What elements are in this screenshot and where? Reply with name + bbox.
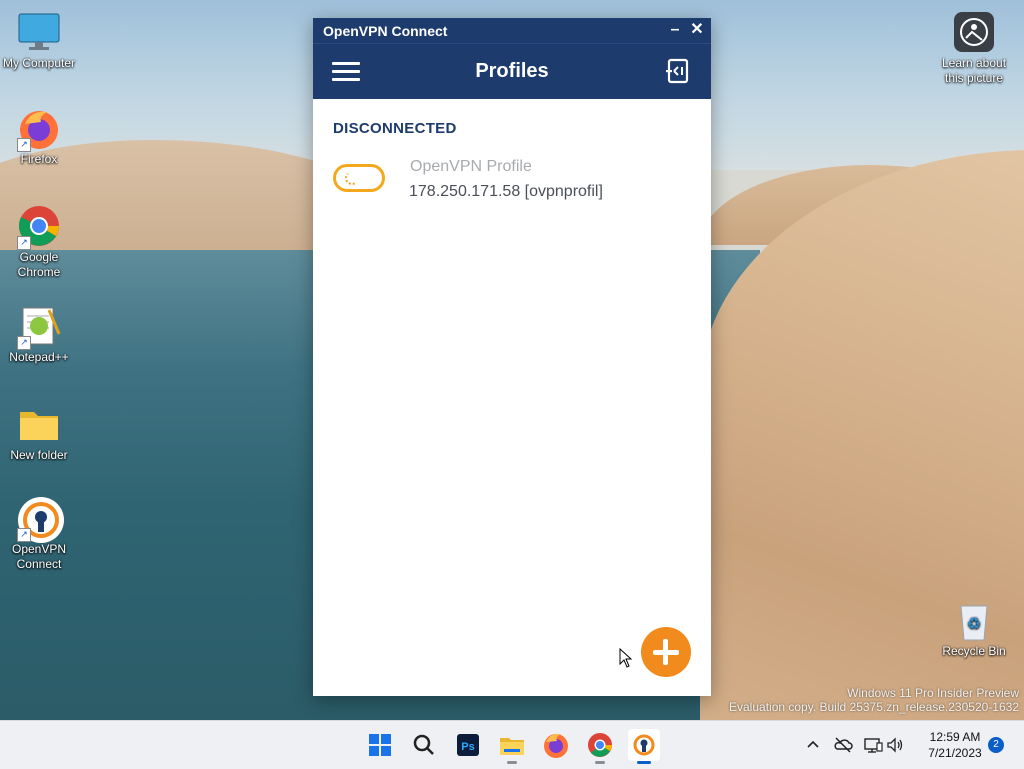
search-icon[interactable] [408,729,440,761]
desktop-icon-new-folder[interactable]: New folder [1,402,77,463]
monitor-icon [17,10,61,54]
firefox-icon: ↗ [17,106,61,152]
profile-host: 178.250.171.58 [ovpnprofil] [409,183,603,200]
desktop-icon-label: Google Chrome [17,250,61,279]
running-indicator [507,761,517,764]
openvpn-icon: ↗ [17,496,64,543]
notepadpp-icon: ↗ [17,304,61,350]
desktop-icon-label: Recycle Bin [942,644,1006,658]
shortcut-arrow-icon: ↗ [17,336,31,350]
clock-date: 7/21/2023 [928,746,982,760]
desktop-icon-label: Notepad++ [9,350,69,364]
shortcut-arrow-icon: ↗ [17,138,31,152]
desktop-icon-label: New folder [10,448,68,462]
desktop-icon-my-computer[interactable]: My Computer [1,10,77,71]
openvpn-window: OpenVPN Connect – ✕ Profiles DISCONNECTE… [313,18,711,696]
shortcut-arrow-icon: ↗ [17,528,31,542]
onedrive-offline-icon[interactable] [832,734,854,756]
add-profile-button[interactable] [641,627,691,677]
chrome-icon[interactable] [584,729,616,764]
desktop-icon-chrome[interactable]: ↗ Google Chrome [1,204,77,280]
shortcut-arrow-icon: ↗ [17,236,31,250]
system-clock[interactable]: 12:59 AM 7/21/2023 [918,729,992,761]
taskbar: Ps 12:59 AM 7/21/2023 2 [0,720,1024,769]
show-hidden-icons-chevron-icon[interactable] [802,734,824,756]
close-button[interactable]: ✕ [687,20,707,40]
window-titlebar[interactable]: OpenVPN Connect – ✕ [313,18,711,43]
camera-icon [952,10,996,54]
profile-item[interactable]: OpenVPN Profile 178.250.171.58 [ovpnprof… [333,158,693,208]
clock-time: 12:59 AM [929,730,981,744]
connection-toggle[interactable] [333,164,385,192]
connection-status: DISCONNECTED [333,120,457,137]
system-tray [802,721,906,769]
mouse-cursor-icon [619,647,633,668]
app-header: Profiles [313,43,711,99]
windows-watermark: Windows 11 Pro Insider Preview Evaluatio… [729,686,1019,714]
desktop-icon-label: Firefox [20,152,58,166]
running-indicator [595,761,605,764]
desktop-icon-label: My Computer [2,56,76,70]
active-indicator [637,761,651,764]
page-title: Profiles [475,60,549,82]
firefox-icon[interactable] [540,729,572,761]
recycle-bin-icon: ♻ [952,598,996,642]
notification-badge[interactable]: 2 [988,737,1004,753]
desktop-icon-notepadpp[interactable]: ↗ Notepad++ [1,304,77,365]
loading-spinner-icon [345,171,359,185]
desktop-icon-firefox[interactable]: ↗ Firefox [1,106,77,167]
svg-text:♻: ♻ [967,616,981,633]
openvpn-icon[interactable] [628,729,660,764]
volume-icon[interactable] [884,734,906,756]
watermark-line2: Evaluation copy. Build 25375.zn_release.… [729,700,1019,714]
start-icon[interactable] [364,729,396,761]
desktop-icon-recycle-bin[interactable]: ♻ Recycle Bin [936,598,1012,659]
svg-text:Ps: Ps [461,741,474,753]
desktop-icon-label: OpenVPN Connect [11,542,67,571]
window-title: OpenVPN Connect [323,22,448,39]
desktop-icon-openvpn[interactable]: ↗ OpenVPN Connect [1,496,77,572]
photoshop-icon[interactable]: Ps [452,729,484,761]
chrome-icon: ↗ [17,204,61,250]
menu-icon[interactable] [332,62,360,82]
desktop-icon-learn-about-picture[interactable]: Learn about this picture [936,10,1012,86]
import-profile-icon[interactable] [665,58,691,84]
folder-icon [17,402,61,446]
desktop-icon-label: Learn about this picture [941,56,1007,85]
profile-name: OpenVPN Profile [410,158,532,175]
minimize-button[interactable]: – [665,20,685,40]
file-explorer-icon[interactable] [496,729,528,764]
network-icon[interactable] [862,734,884,756]
watermark-line1: Windows 11 Pro Insider Preview [847,686,1019,700]
